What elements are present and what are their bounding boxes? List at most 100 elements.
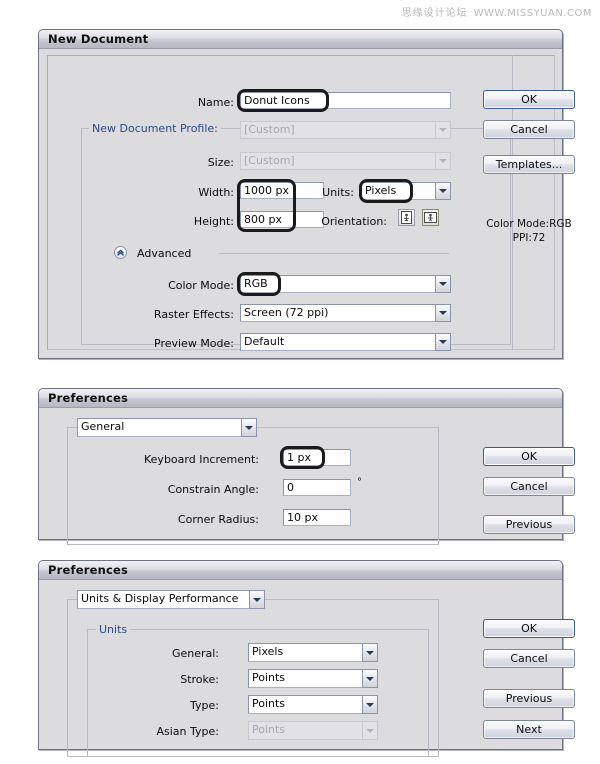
units-type-select[interactable]: Points [248,695,378,714]
watermark: 思缘设计论坛 WWW.MISSYUAN.COM [402,4,592,19]
new-document-profile-label: New Document Profile: [89,123,221,135]
advanced-disclosure-toggle[interactable] [114,246,127,259]
units-general-value: Pixels [248,643,362,662]
units-stroke-chevron[interactable] [362,669,378,688]
preferences-units-titlebar: Preferences [39,561,562,580]
advanced-label: Advanced [137,247,192,260]
preferences-section-value-units: Units & Display Performance [77,590,249,609]
size-label: Size: [207,156,234,169]
preferences-units-cancel-button[interactable]: Cancel [483,649,575,668]
size-select[interactable]: [Custom] [240,152,451,170]
units-chevron[interactable] [435,182,451,200]
new-document-cancel-button[interactable]: Cancel [483,120,575,139]
units-type-value: Points [248,695,362,714]
preferences-units-body: Units & Display Performance Units Genera… [39,581,575,757]
chevron-down-icon [439,311,447,315]
corner-radius-label: Corner Radius: [177,513,259,526]
preferences-units-previous-button[interactable]: Previous [483,689,575,708]
preferences-general-previous-button[interactable]: Previous [483,515,575,534]
preferences-general-ok-button[interactable]: OK [483,447,575,466]
new-document-profile-select[interactable]: [Custom] [240,121,451,139]
chevron-down-icon [439,128,447,132]
size-value: [Custom] [240,152,435,170]
preferences-units-ok-button[interactable]: OK [483,619,575,638]
units-select[interactable]: Pixels [361,182,451,200]
chevron-down-icon [366,650,374,655]
preferences-general-cancel-button[interactable]: Cancel [483,477,575,496]
ppi-info: PPI:72 [512,232,546,244]
preferences-general-titlebar: Preferences [39,389,562,408]
new-document-body: Name: Donut Icons New Document Profile: … [39,50,575,358]
new-document-dialog: New Document Name: Donut Icons New Docum… [38,29,575,359]
units-asian-type-label: Asian Type: [156,725,220,738]
units-asian-type-value: Points [248,721,362,740]
preview-mode-chevron[interactable] [435,333,451,351]
keyboard-increment-input[interactable]: 1 px [283,449,351,466]
name-input[interactable]: Donut Icons [240,92,451,109]
raster-effects-label: Raster Effects: [153,308,234,321]
raster-effects-value: Screen (72 ppi) [240,304,435,322]
orientation-portrait-button[interactable] [398,209,415,226]
preferences-section-chevron-general[interactable] [241,418,257,437]
new-document-profile-value: [Custom] [240,121,435,139]
preferences-general-dialog: Preferences General Keyboard Increment: … [38,388,575,545]
name-label: Name: [197,96,234,109]
preview-mode-select[interactable]: Default [240,333,451,351]
new-document-profile-chevron[interactable] [435,121,451,139]
units-type-chevron[interactable] [362,695,378,714]
preferences-units-title: Preferences [48,563,129,577]
raster-effects-chevron[interactable] [435,304,451,322]
color-mode-chevron[interactable] [435,275,451,293]
raster-effects-select[interactable]: Screen (72 ppi) [240,304,451,322]
preferences-section-chevron-units[interactable] [249,590,265,609]
units-general-label: General: [171,647,219,660]
color-mode-value: RGB [240,275,435,293]
preferences-units-next-button[interactable]: Next [483,720,575,739]
chevron-down-icon [439,189,447,193]
height-label: Height: [193,215,234,228]
preferences-section-select-general[interactable]: General [77,418,257,437]
color-mode-info: Color Mode:RGB [486,218,572,230]
chevron-down-icon [366,728,374,733]
preview-mode-value: Default [240,333,435,351]
chevron-down-icon [439,159,447,163]
units-group-title: Units [96,624,131,636]
units-general-select[interactable]: Pixels [248,643,378,662]
size-chevron[interactable] [435,152,451,170]
chevron-double-up-icon [117,249,124,256]
units-asian-type-chevron [362,721,378,740]
advanced-divider [219,253,449,254]
units-label: Units: [322,186,354,199]
new-document-templates-button[interactable]: Templates... [483,155,575,174]
color-mode-select[interactable]: RGB [240,275,451,293]
portrait-icon [401,211,412,224]
orientation-label: Orientation: [321,215,387,228]
watermark-cn: 思缘设计论坛 [401,8,468,19]
preview-mode-label: Preview Mode: [154,337,234,350]
chevron-down-icon [245,425,253,430]
preferences-units-dialog: Preferences Units & Display Performance … [38,560,575,757]
keyboard-increment-label: Keyboard Increment: [144,453,259,466]
preferences-section-value-general: General [77,418,241,437]
units-asian-type-select: Points [248,721,378,740]
chevron-down-icon [366,702,374,707]
chevron-down-icon [253,597,261,602]
new-document-title: New Document [48,32,149,46]
units-stroke-select[interactable]: Points [248,669,378,688]
new-document-titlebar: New Document [39,30,562,49]
orientation-landscape-button[interactable] [422,209,439,226]
units-general-chevron[interactable] [362,643,378,662]
corner-radius-input[interactable]: 10 px [283,509,351,526]
units-value: Pixels [361,182,435,200]
chevron-down-icon [439,282,447,286]
preferences-general-title: Preferences [48,391,129,405]
chevron-down-icon [439,340,447,344]
chevron-down-icon [366,676,374,681]
width-label: Width: [198,186,234,199]
units-type-label: Type: [190,699,219,712]
watermark-url: WWW.MISSYUAN.COM [473,8,592,19]
new-document-ok-button[interactable]: OK [483,90,575,109]
constrain-angle-label: Constrain Angle: [167,483,259,496]
constrain-angle-input[interactable]: 0 [283,479,351,496]
preferences-section-select-units[interactable]: Units & Display Performance [77,590,265,609]
